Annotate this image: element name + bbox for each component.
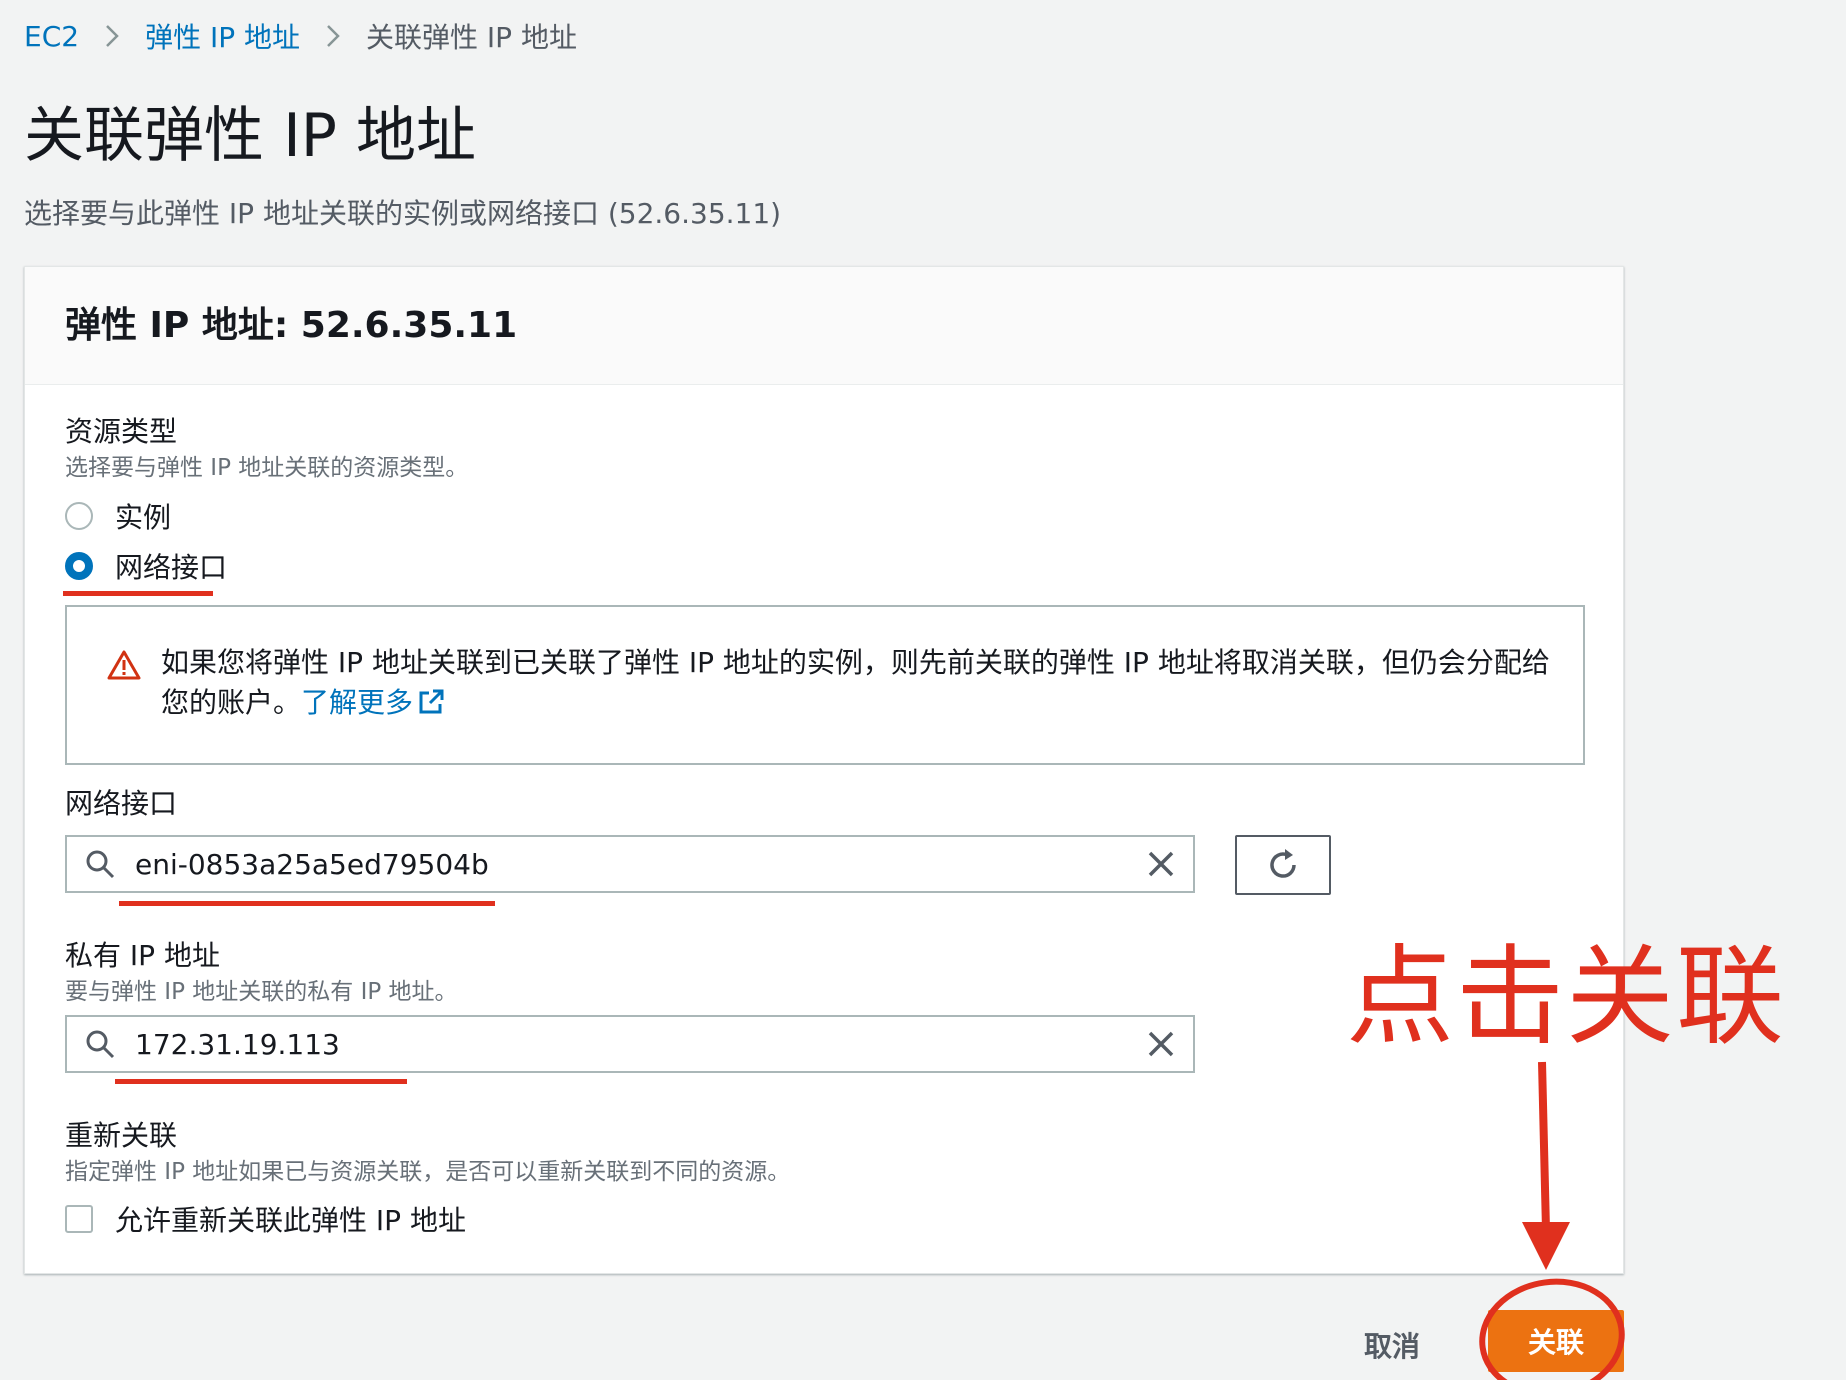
reassociation-label: 重新关联: [65, 1119, 178, 1152]
chevron-right-icon: [105, 24, 119, 48]
radio-button-instance[interactable]: [65, 502, 93, 530]
network-interface-input[interactable]: eni-0853a25a5ed79504b: [65, 835, 1195, 893]
private-ip-label: 私有 IP 地址: [65, 939, 220, 972]
container-title: 弹性 IP 地址: 52.6.35.11: [65, 305, 518, 346]
breadcrumb-ec2[interactable]: EC2: [24, 20, 79, 53]
warning-alert: 如果您将弹性 IP 地址关联到已关联了弹性 IP 地址的实例，则先前关联的弹性 …: [65, 605, 1585, 765]
private-ip-input[interactable]: 172.31.19.113: [65, 1015, 1195, 1073]
radio-instance[interactable]: 实例: [65, 499, 172, 534]
warning-icon: [107, 650, 141, 680]
learn-more-label: 了解更多: [301, 686, 414, 719]
breadcrumb: EC2 弹性 IP 地址 关联弹性 IP 地址: [24, 16, 577, 56]
form-container: 弹性 IP 地址: 52.6.35.11 资源类型 选择要与弹性 IP 地址关联…: [24, 266, 1624, 1274]
container-header: 弹性 IP 地址: 52.6.35.11: [25, 267, 1623, 385]
radio-label-instance: 实例: [115, 501, 172, 534]
page-title: 关联弹性 IP 地址: [24, 101, 477, 171]
private-ip-description: 要与弹性 IP 地址关联的私有 IP 地址。: [65, 979, 458, 1005]
chevron-right-icon: [326, 24, 340, 48]
search-icon: [86, 850, 115, 879]
resource-type-label: 资源类型: [65, 415, 178, 448]
breadcrumb-current: 关联弹性 IP 地址: [366, 21, 577, 54]
annotation-underline-eni: [119, 901, 495, 906]
cancel-button[interactable]: 取消: [1364, 1325, 1420, 1365]
resource-type-description: 选择要与弹性 IP 地址关联的资源类型。: [65, 455, 469, 481]
radio-button-network-interface[interactable]: [65, 552, 93, 580]
allow-reassociation-label: 允许重新关联此弹性 IP 地址: [115, 1204, 466, 1237]
page-description: 选择要与此弹性 IP 地址关联的实例或网络接口 (52.6.35.11): [24, 197, 782, 230]
associate-button-label: 关联: [1527, 1326, 1584, 1359]
close-icon[interactable]: [1147, 850, 1175, 878]
radio-label-network-interface: 网络接口: [115, 551, 228, 584]
refresh-icon: [1270, 849, 1296, 878]
refresh-button[interactable]: [1235, 835, 1331, 895]
annotation-click-associate: 点击关联: [1346, 935, 1787, 1060]
radio-network-interface[interactable]: 网络接口: [65, 549, 228, 584]
annotation-underline-network-interface: [63, 591, 213, 596]
annotation-underline-private-ip: [115, 1079, 407, 1084]
breadcrumb-elastic-ip[interactable]: 弹性 IP 地址: [145, 16, 300, 56]
external-link-icon: [419, 689, 444, 714]
allow-reassociation-row[interactable]: 允许重新关联此弹性 IP 地址: [65, 1199, 466, 1239]
close-icon[interactable]: [1147, 1030, 1175, 1058]
private-ip-value: 172.31.19.113: [135, 1027, 340, 1061]
allow-reassociation-checkbox[interactable]: [65, 1205, 93, 1233]
search-icon: [86, 1030, 115, 1059]
network-interface-value: eni-0853a25a5ed79504b: [135, 847, 489, 881]
network-interface-label: 网络接口: [65, 787, 178, 820]
alert-text-block: 如果您将弹性 IP 地址关联到已关联了弹性 IP 地址的实例，则先前关联的弹性 …: [161, 643, 1561, 723]
learn-more-link[interactable]: 了解更多: [301, 686, 445, 719]
associate-button[interactable]: 关联: [1488, 1310, 1624, 1372]
reassociation-description: 指定弹性 IP 地址如果已与资源关联，是否可以重新关联到不同的资源。: [65, 1159, 791, 1185]
